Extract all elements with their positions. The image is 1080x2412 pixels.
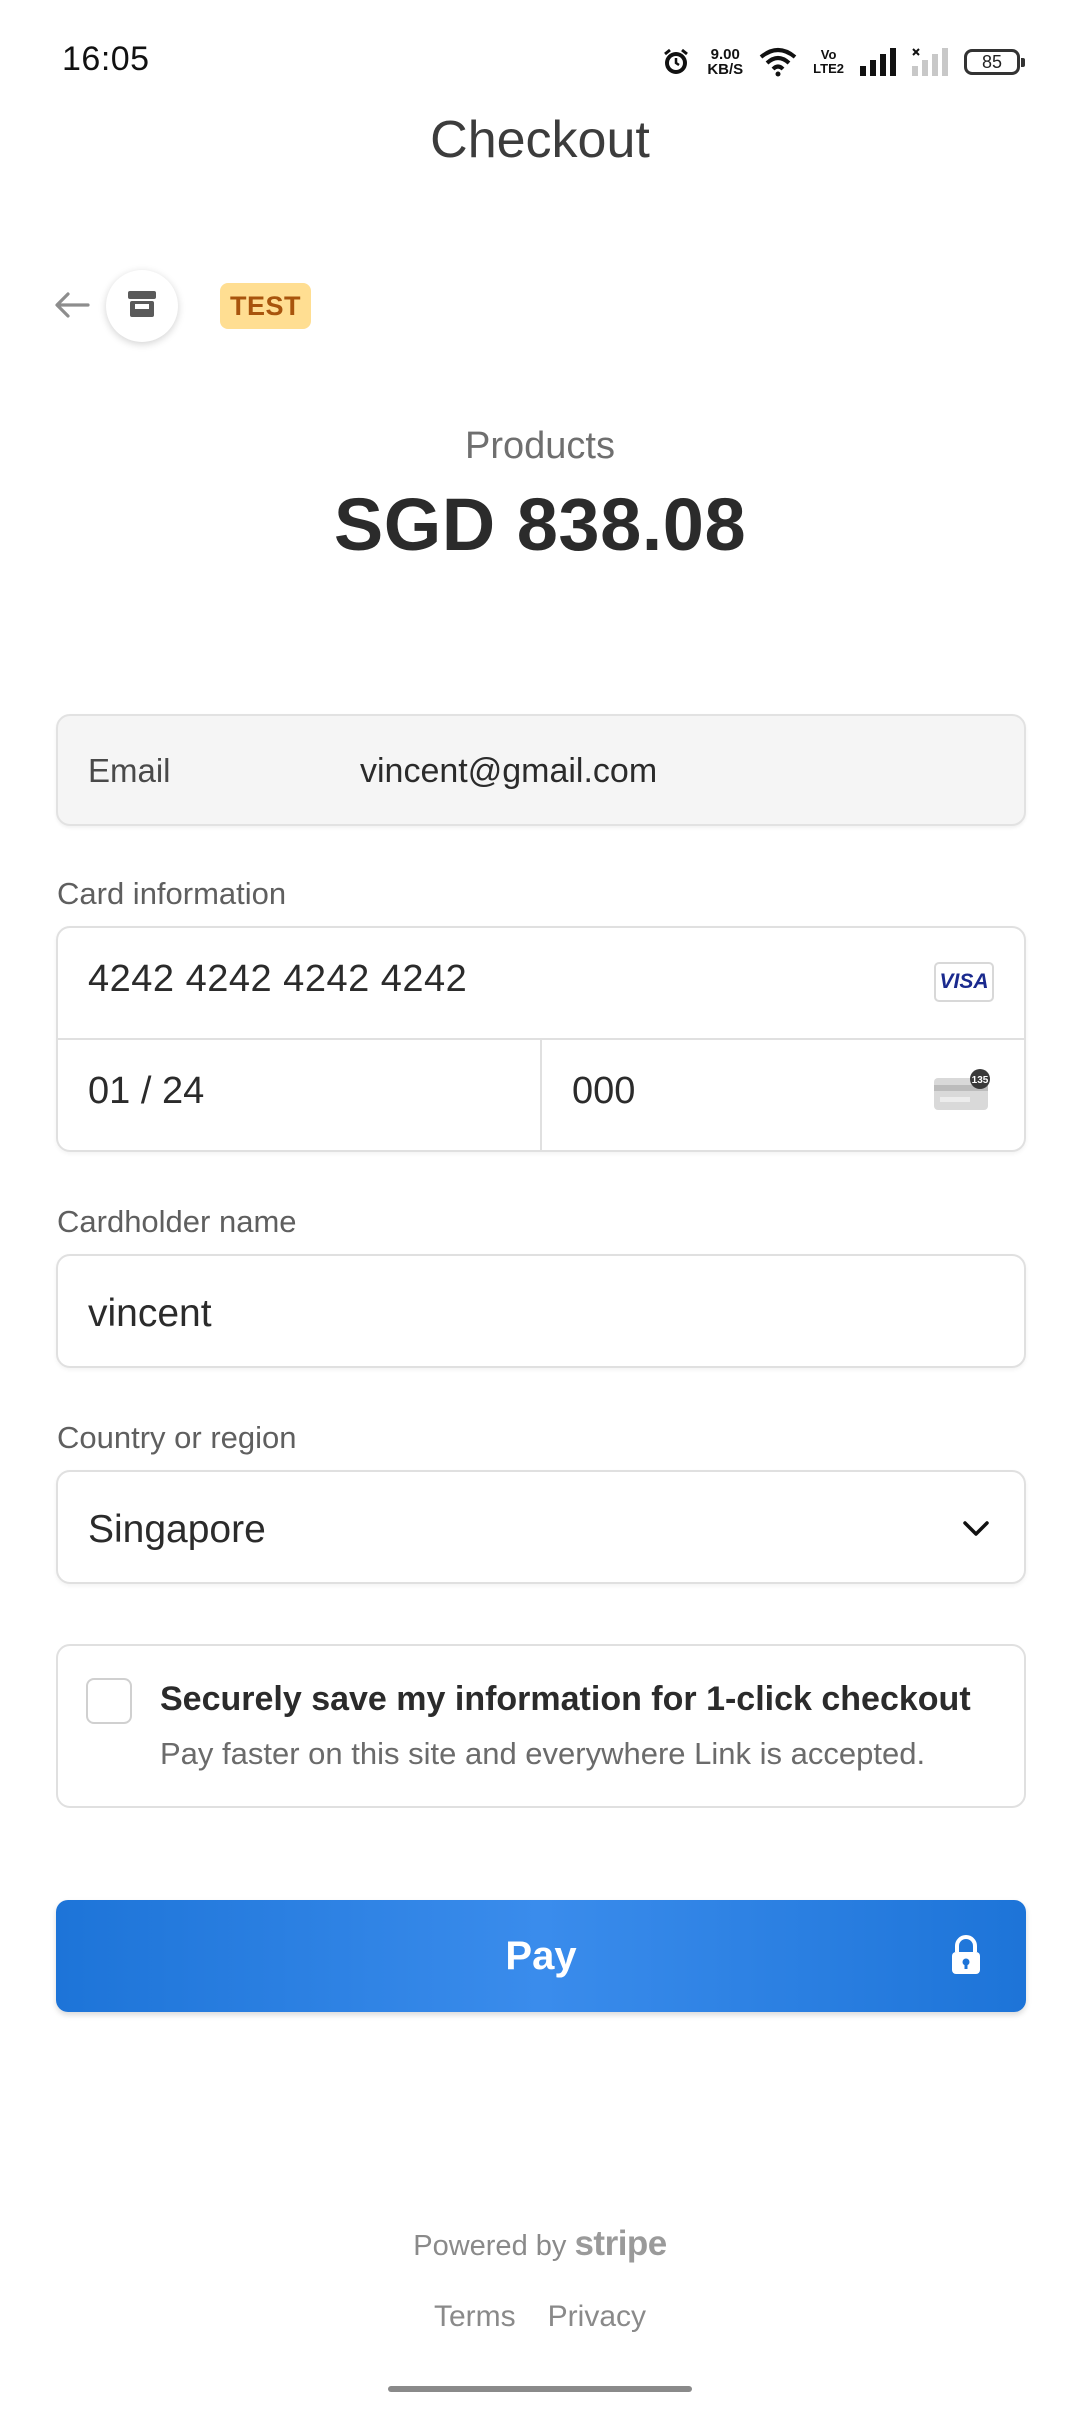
country-label: Country or region [57,1420,297,1455]
pay-button[interactable]: Pay [56,1900,1026,2012]
network-speed-value: 9.00 [710,46,740,63]
cvc-input[interactable]: 000 [572,1070,635,1113]
home-indicator[interactable] [388,2386,692,2392]
country-select[interactable]: Singapore [56,1470,1026,1584]
save-info-title: Securely save my information for 1-click… [160,1680,971,1718]
back-button[interactable] [50,285,94,329]
lock-icon [948,1934,984,1981]
stripe-logo: stripe [574,2224,667,2263]
cardholder-name-input[interactable]: vincent [56,1254,1026,1368]
privacy-link[interactable]: Privacy [548,2300,646,2334]
powered-by-stripe: Powered by stripe [0,2224,1080,2264]
product-name: Products [465,425,615,467]
email-value: vincent@gmail.com [360,752,658,790]
volte-top: Vo [820,47,837,62]
country-value: Singapore [88,1508,266,1551]
save-info-card: Securely save my information for 1-click… [56,1644,1026,1808]
pay-button-label: Pay [505,1934,577,1978]
expiry-input[interactable]: 01 / 24 [88,1070,204,1113]
card-info-label: Card information [57,876,287,911]
cardholder-name-value: vincent [88,1292,212,1335]
card-number-input[interactable]: 4242 4242 4242 4242 [88,958,467,1001]
wifi-icon [759,47,797,77]
battery-indicator: 85 [964,49,1025,75]
store-icon [126,289,158,324]
cvc-hint-text: 135 [972,1075,989,1086]
divider [540,1040,542,1152]
volte-indicator: Vo LTE2 [813,48,844,76]
status-icons: 9.00 KB/S Vo LTE2 85 [661,38,1025,86]
alarm-icon [661,47,691,77]
page-title: Checkout [430,111,650,169]
powered-by-text: Powered by [413,2230,567,2262]
terms-link[interactable]: Terms [434,2300,516,2334]
card-info-group: 4242 4242 4242 4242 VISA 01 / 24 000 135 [56,926,1026,1152]
status-bar: 16:05 9.00 KB/S Vo LTE2 85 [0,0,1080,120]
total-amount: SGD 838.08 [333,483,747,566]
footer-links: Terms Privacy [0,2300,1080,2334]
cvc-card-icon: 135 [932,1068,994,1117]
signal-weak-icon [912,48,948,76]
email-label: Email [88,752,171,789]
volte-bottom: LTE2 [813,61,844,76]
cardholder-name-label: Cardholder name [57,1204,297,1239]
status-time: 16:05 [62,40,150,78]
arrow-left-icon [54,291,90,324]
network-speed: 9.00 KB/S [707,47,743,77]
visa-icon: VISA [934,962,994,1002]
signal-strong-icon [860,48,896,76]
test-mode-badge: TEST [220,283,312,329]
save-info-checkbox[interactable] [86,1678,132,1724]
chevron-down-icon [958,1510,994,1551]
network-speed-unit: KB/S [707,61,744,78]
save-info-subtitle: Pay faster on this site and everywhere L… [160,1736,926,1771]
email-field[interactable]: Email vincent@gmail.com [56,714,1026,826]
merchant-avatar [106,270,178,342]
checkout-screen: 16:05 9.00 KB/S Vo LTE2 85 Checkout TEST… [0,0,1080,2412]
